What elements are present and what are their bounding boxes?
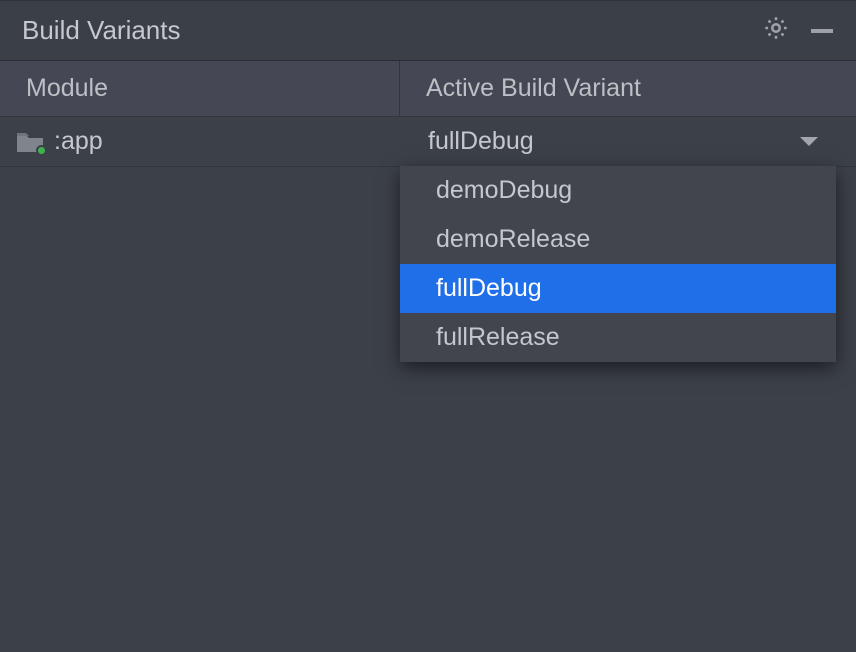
- variant-dropdown: demoDebug demoRelease fullDebug fullRele…: [400, 166, 836, 362]
- module-cell[interactable]: :app: [0, 117, 400, 166]
- panel-titlebar: Build Variants: [0, 1, 856, 61]
- chevron-down-icon: [800, 137, 818, 146]
- dropdown-item-label: demoRelease: [436, 225, 590, 254]
- table-row: :app fullDebug: [0, 117, 856, 167]
- settings-button[interactable]: [756, 11, 796, 51]
- build-variants-panel: Build Variants Module Active Build Varia…: [0, 0, 856, 652]
- dropdown-item-fullRelease[interactable]: fullRelease: [400, 313, 836, 362]
- minimize-button[interactable]: [802, 11, 842, 51]
- dropdown-item-label: fullRelease: [436, 323, 560, 352]
- status-dot-icon: [36, 145, 47, 156]
- dropdown-item-fullDebug[interactable]: fullDebug: [400, 264, 836, 313]
- folder-icon: [16, 131, 44, 153]
- dropdown-item-demoRelease[interactable]: demoRelease: [400, 215, 836, 264]
- dropdown-item-demoDebug[interactable]: demoDebug: [400, 166, 836, 215]
- column-headers: Module Active Build Variant: [0, 61, 856, 117]
- module-header: Module: [0, 61, 400, 116]
- panel-title: Build Variants: [22, 15, 756, 46]
- dropdown-item-label: demoDebug: [436, 176, 572, 205]
- variant-header: Active Build Variant: [400, 61, 856, 116]
- titlebar-actions: [756, 11, 842, 51]
- variant-cell[interactable]: fullDebug: [400, 117, 836, 166]
- variant-value: fullDebug: [428, 127, 534, 156]
- minimize-icon: [811, 29, 833, 33]
- panel-body: :app fullDebug demoDebug demoRelease ful…: [0, 117, 856, 652]
- dropdown-item-label: fullDebug: [436, 274, 542, 303]
- module-name: :app: [54, 127, 103, 156]
- gear-icon: [762, 14, 790, 47]
